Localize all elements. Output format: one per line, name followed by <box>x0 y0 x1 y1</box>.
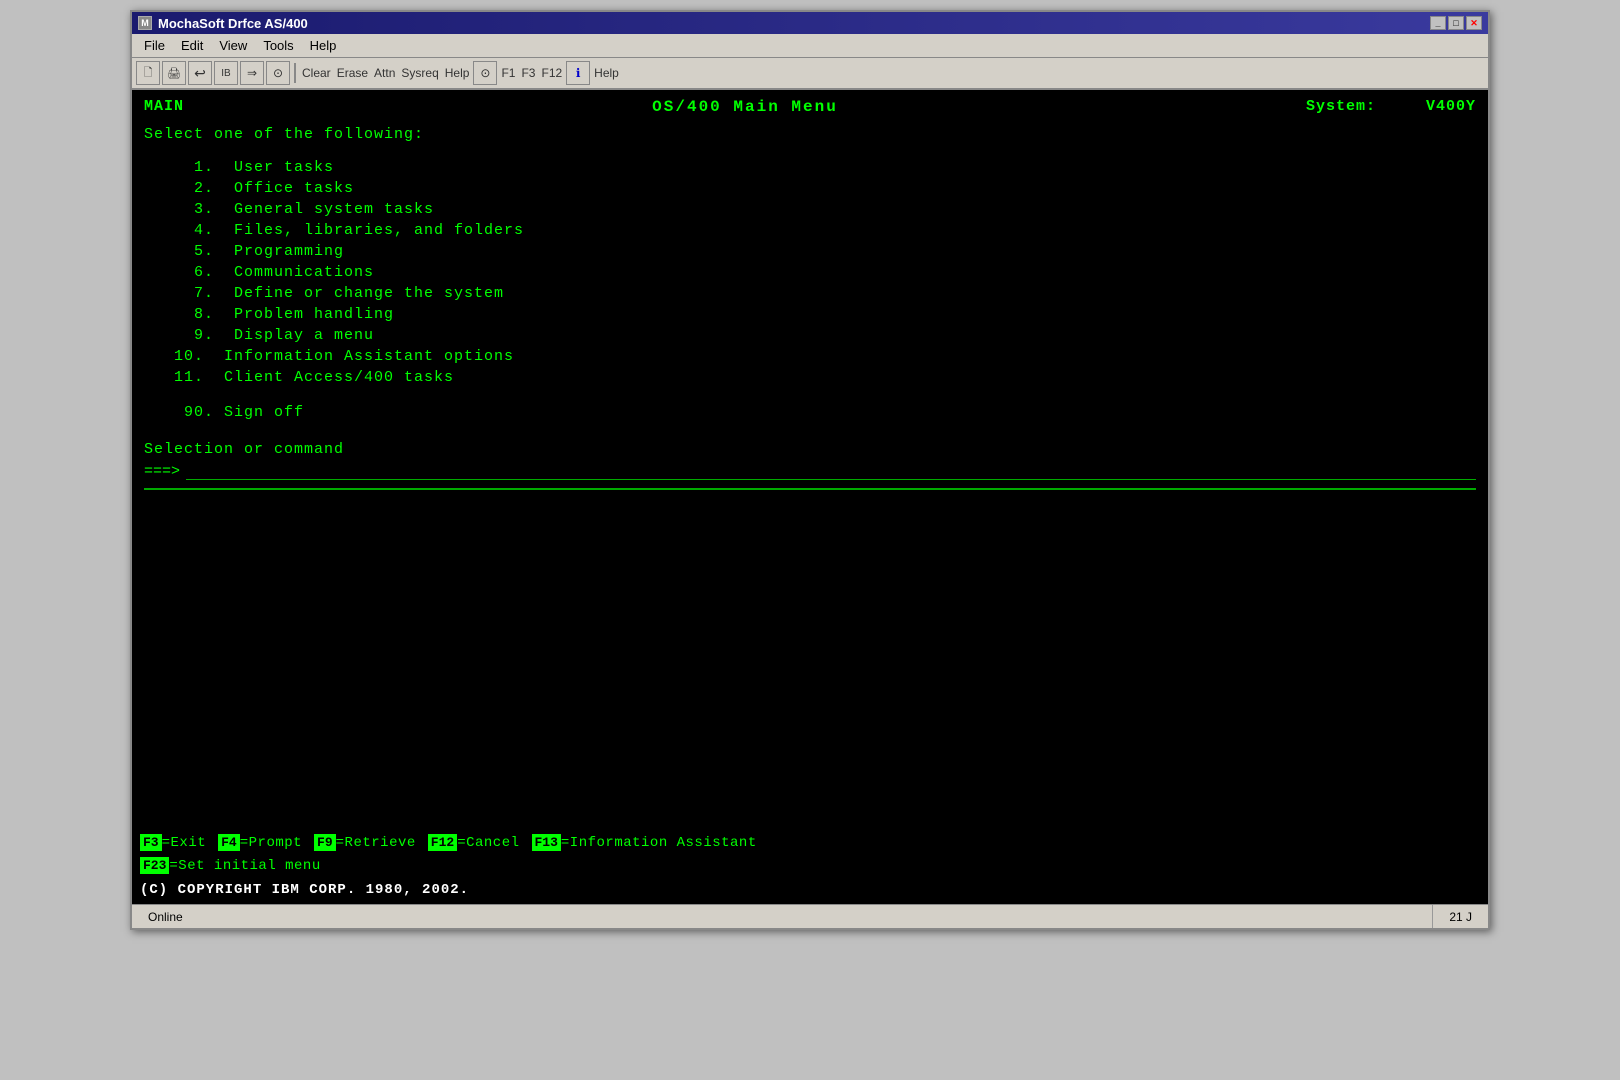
fkey-f12-badge: F12 <box>428 834 457 851</box>
menu-file[interactable]: File <box>136 36 173 55</box>
prompt-arrow: ===> <box>144 463 180 480</box>
title-bar: M MochaSoft Drfce AS/400 _ □ ✕ <box>132 12 1488 34</box>
toolbar-f3[interactable]: F3 <box>519 66 537 80</box>
system-value: V400Y <box>1426 98 1476 115</box>
menu-item-1[interactable]: 1. User tasks <box>144 159 1476 176</box>
menu-item-7[interactable]: 7. Define or change the system <box>144 285 1476 302</box>
toolbar-f12[interactable]: F12 <box>539 66 564 80</box>
command-prompt-row[interactable]: ===> <box>144 462 1476 480</box>
fkey-f3[interactable]: F3 =Exit <box>140 834 206 851</box>
fkey-f23[interactable]: F23 =Set initial menu <box>140 857 321 874</box>
menu-item-4[interactable]: 4. Files, libraries, and folders <box>144 222 1476 239</box>
menu-item-3[interactable]: 3. General system tasks <box>144 201 1476 218</box>
status-right: 21 J <box>1433 905 1488 928</box>
menu-tools[interactable]: Tools <box>255 36 301 55</box>
fkey-f9[interactable]: F9 =Retrieve <box>314 834 416 851</box>
menu-edit[interactable]: Edit <box>173 36 211 55</box>
window-title: MochaSoft Drfce AS/400 <box>158 16 308 31</box>
fkey-f4-label: =Prompt <box>240 835 302 851</box>
menu-bar: File Edit View Tools Help <box>132 34 1488 58</box>
close-button[interactable]: ✕ <box>1466 16 1482 30</box>
menu-item-8[interactable]: 8. Problem handling <box>144 306 1476 323</box>
minimize-button[interactable]: _ <box>1430 16 1446 30</box>
fkey-f4[interactable]: F4 =Prompt <box>218 834 302 851</box>
terminal-area: MAIN OS/400 Main Menu System: V400Y Sele… <box>132 90 1488 830</box>
command-input[interactable] <box>186 462 1476 480</box>
menu-item-6[interactable]: 6. Communications <box>144 264 1476 281</box>
menu-item-11[interactable]: 11. Client Access/400 tasks <box>144 369 1476 386</box>
terminal-separator <box>144 488 1476 490</box>
copyright-bar: (C) COPYRIGHT IBM CORP. 1980, 2002. <box>132 880 1488 904</box>
fkey-f23-label: =Set initial menu <box>169 858 320 874</box>
toolbar-circle[interactable]: ⊙ <box>266 61 290 85</box>
fkey-f12-label: =Cancel <box>457 835 519 851</box>
fkey-f13[interactable]: F13 =Information Assistant <box>532 834 757 851</box>
menu-item-90[interactable]: 90. Sign off <box>184 404 1476 421</box>
toolbar-print[interactable]: 🖨 <box>162 61 186 85</box>
fkey-f9-label: =Retrieve <box>336 835 416 851</box>
menu-item-2[interactable]: 2. Office tasks <box>144 180 1476 197</box>
menu-help[interactable]: Help <box>302 36 345 55</box>
term-main-label: MAIN <box>144 98 184 116</box>
main-window: M MochaSoft Drfce AS/400 _ □ ✕ File Edit… <box>130 10 1490 930</box>
fkey-f23-badge: F23 <box>140 857 169 874</box>
title-bar-left: M MochaSoft Drfce AS/400 <box>138 16 308 31</box>
toolbar-erase[interactable]: Erase <box>335 66 370 80</box>
toolbar-help2[interactable]: Help <box>592 66 621 80</box>
term-header: MAIN OS/400 Main Menu System: V400Y <box>144 98 1476 116</box>
menu-item-9[interactable]: 9. Display a menu <box>144 327 1476 344</box>
fkey-row-1: F3 =Exit F4 =Prompt F9 =Retrieve F12 =Ca… <box>140 834 1480 851</box>
fkey-f9-badge: F9 <box>314 834 336 851</box>
menu-item-10[interactable]: 10. Information Assistant options <box>144 348 1476 365</box>
title-bar-controls[interactable]: _ □ ✕ <box>1430 16 1482 30</box>
term-title: OS/400 Main Menu <box>184 98 1306 116</box>
toolbar-f1[interactable]: F1 <box>499 66 517 80</box>
fkey-bar: F3 =Exit F4 =Prompt F9 =Retrieve F12 =Ca… <box>132 830 1488 880</box>
menu-item-5[interactable]: 5. Programming <box>144 243 1476 260</box>
toolbar-attn[interactable]: Attn <box>372 66 397 80</box>
toolbar-paste[interactable]: ⇒ <box>240 61 264 85</box>
toolbar-info-icon[interactable]: ℹ <box>566 61 590 85</box>
status-online-text: Online <box>148 910 183 924</box>
term-system: System: V400Y <box>1306 98 1476 116</box>
status-online: Online <box>132 905 1433 928</box>
fkey-f12[interactable]: F12 =Cancel <box>428 834 520 851</box>
toolbar-help[interactable]: Help <box>443 66 472 80</box>
toolbar-clear[interactable]: Clear <box>300 66 333 80</box>
fkey-f3-badge: F3 <box>140 834 162 851</box>
status-right-text: 21 J <box>1449 910 1472 924</box>
toolbar-sysreq[interactable]: Sysreq <box>399 66 440 80</box>
fkey-f3-label: =Exit <box>162 835 207 851</box>
fkey-f13-badge: F13 <box>532 834 561 851</box>
toolbar: 🗋 🖨 ↩ IB ⇒ ⊙ Clear Erase Attn Sysreq Hel… <box>132 58 1488 90</box>
status-bar: Online 21 J <box>132 904 1488 928</box>
fkey-row-2: F23 =Set initial menu <box>140 857 1480 874</box>
toolbar-back[interactable]: ↩ <box>188 61 212 85</box>
system-label: System: <box>1306 98 1376 115</box>
copyright-text: (C) COPYRIGHT IBM CORP. 1980, 2002. <box>140 882 469 898</box>
fkey-f13-label: =Information Assistant <box>561 835 757 851</box>
app-icon: M <box>138 16 152 30</box>
maximize-button[interactable]: □ <box>1448 16 1464 30</box>
selection-label: Selection or command <box>144 441 1476 458</box>
toolbar-circle2[interactable]: ⊙ <box>473 61 497 85</box>
toolbar-new[interactable]: 🗋 <box>136 61 160 85</box>
term-select-prompt: Select one of the following: <box>144 126 1476 143</box>
menu-view[interactable]: View <box>211 36 255 55</box>
fkey-f4-badge: F4 <box>218 834 240 851</box>
toolbar-sep-1 <box>294 63 296 83</box>
toolbar-copy[interactable]: IB <box>214 61 238 85</box>
